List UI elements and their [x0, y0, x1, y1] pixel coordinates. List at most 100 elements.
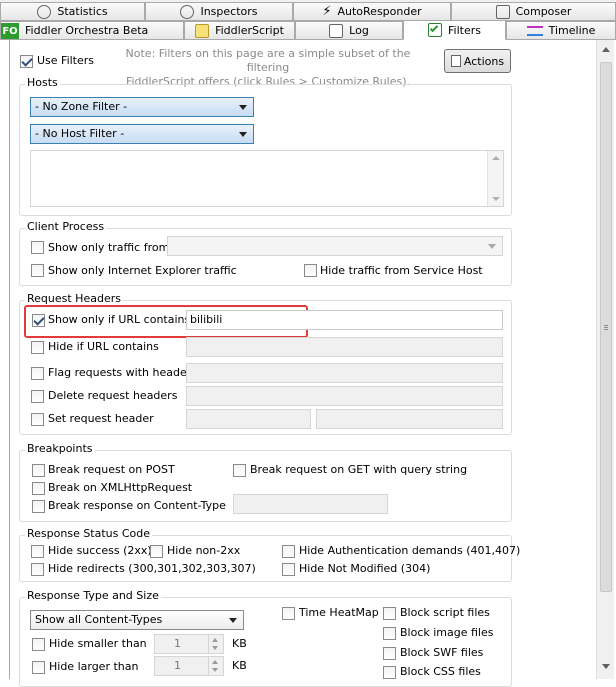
hide-service-host-label: Hide traffic from Service Host: [320, 264, 483, 277]
break-content-type-input[interactable]: [233, 494, 388, 514]
flag-requests-checkbox[interactable]: [31, 367, 44, 380]
hosts-textarea[interactable]: [30, 150, 504, 207]
hosts-title: Hosts: [25, 76, 60, 90]
filters-note: Note: Filters on this page are a simple …: [118, 47, 418, 89]
chevron-down-icon: [229, 618, 237, 623]
tab-label: Timeline: [548, 24, 596, 37]
response-type-title: Response Type and Size: [25, 589, 161, 603]
tab-log[interactable]: Log: [295, 21, 403, 40]
tab-filters[interactable]: Filters: [403, 20, 506, 40]
zone-filter-select[interactable]: - No Zone Filter -: [30, 97, 254, 117]
break-get-checkbox[interactable]: [233, 464, 246, 477]
use-filters-checkbox[interactable]: [20, 55, 33, 68]
delete-request-checkbox[interactable]: [31, 390, 44, 403]
hide-smaller-spinner[interactable]: [208, 634, 222, 654]
block-image-label: Block image files: [400, 626, 494, 639]
tab-label: Inspectors: [200, 5, 258, 18]
show-only-ie-label: Show only Internet Explorer traffic: [48, 264, 237, 277]
hide-redirects-checkbox[interactable]: [31, 563, 44, 576]
hide-success-checkbox[interactable]: [31, 545, 44, 558]
tab-timeline[interactable]: Timeline: [506, 21, 616, 40]
tab-statistics[interactable]: Statistics: [0, 2, 145, 21]
tab-strip: Statistics Inspectors ⚡ AutoResponder Co…: [0, 0, 616, 40]
process-select[interactable]: [167, 236, 503, 256]
break-post-checkbox[interactable]: [32, 464, 45, 477]
block-swf-label: Block SWF files: [400, 646, 484, 659]
delete-request-input[interactable]: [186, 386, 503, 406]
hide-service-host-checkbox[interactable]: [304, 264, 317, 277]
tab-autoresponder[interactable]: ⚡ AutoResponder: [293, 2, 451, 21]
use-filters-label: Use Filters: [37, 54, 95, 67]
request-headers-title: Request Headers: [25, 292, 123, 306]
show-only-url-checkbox[interactable]: [32, 314, 45, 327]
set-request-checkbox[interactable]: [31, 413, 44, 426]
flag-requests-label: Flag requests with headers: [48, 366, 197, 379]
break-post-label: Break request on POST: [48, 463, 175, 476]
breakpoints-title: Breakpoints: [25, 442, 95, 456]
break-get-label: Break request on GET with query string: [250, 463, 468, 476]
hide-smaller-value: 1: [174, 637, 181, 650]
tab-label: Statistics: [57, 5, 108, 18]
scroll-up-icon[interactable]: [602, 47, 610, 52]
break-xhr-label: Break on XMLHttpRequest: [48, 481, 193, 494]
hide-not-modified-checkbox[interactable]: [282, 563, 295, 576]
tab-fiddler-orchestra-beta[interactable]: FO Fiddler Orchestra Beta: [0, 21, 184, 40]
tab-inspectors[interactable]: Inspectors: [145, 2, 293, 21]
vertical-scrollbar[interactable]: [596, 40, 614, 679]
note-line-1: Note: Filters on this page are a simple …: [125, 47, 411, 74]
check-icon: [428, 23, 442, 37]
tab-label: Composer: [515, 5, 572, 18]
time-heatmap-label: Time HeatMap: [299, 606, 379, 619]
block-script-checkbox[interactable]: [383, 607, 396, 620]
block-css-label: Block CSS files: [400, 665, 481, 678]
hide-not-modified-label: Hide Not Modified (304): [299, 562, 431, 575]
client-process-title: Client Process: [25, 220, 107, 234]
show-only-url-value: bilibili: [190, 313, 223, 326]
hide-redirects-label: Hide redirects (300,301,302,303,307): [48, 562, 256, 575]
actions-button[interactable]: Actions: [444, 49, 511, 73]
block-swf-checkbox[interactable]: [383, 647, 396, 660]
hide-larger-spinner[interactable]: [208, 656, 222, 676]
hide-auth-label: Hide Authentication demands (401,407): [299, 544, 521, 557]
set-request-value-input[interactable]: [316, 409, 503, 429]
break-content-type-checkbox[interactable]: [32, 500, 45, 513]
scroll-down-icon[interactable]: [602, 664, 610, 669]
host-filter-value: - No Host Filter -: [35, 127, 125, 140]
tab-label: Filters: [448, 23, 481, 37]
content-types-select[interactable]: Show all Content-Types: [30, 610, 244, 630]
set-request-name-input[interactable]: [186, 409, 311, 429]
hide-non2xx-label: Hide non-2xx: [167, 544, 241, 557]
tab-fiddlerscript[interactable]: FiddlerScript: [184, 21, 295, 40]
hide-smaller-checkbox[interactable]: [32, 638, 45, 651]
delete-request-label: Delete request headers: [48, 389, 178, 402]
hide-auth-checkbox[interactable]: [282, 545, 295, 558]
hide-larger-label: Hide larger than: [49, 660, 139, 673]
tab-label: Fiddler Orchestra Beta: [25, 24, 149, 37]
stopwatch-icon: [37, 4, 52, 19]
break-xhr-checkbox[interactable]: [32, 482, 45, 495]
block-css-checkbox[interactable]: [383, 666, 396, 679]
response-status-title: Response Status Code: [25, 527, 153, 541]
hide-if-url-label: Hide if URL contains: [48, 340, 159, 353]
hide-if-url-checkbox[interactable]: [31, 341, 44, 354]
hosts-textarea-scrollbar[interactable]: [487, 151, 503, 206]
hide-if-url-input[interactable]: [186, 337, 503, 357]
kb-unit-label: KB: [232, 637, 247, 650]
tab-label: FiddlerScript: [215, 24, 284, 37]
show-only-ie-checkbox[interactable]: [31, 264, 44, 277]
show-only-url-label: Show only if URL contains: [48, 313, 191, 326]
flag-requests-input[interactable]: [186, 363, 503, 383]
block-image-checkbox[interactable]: [383, 627, 396, 640]
zone-filter-value: - No Zone Filter -: [35, 100, 128, 113]
host-filter-select[interactable]: - No Host Filter -: [30, 124, 254, 144]
scroll-thumb[interactable]: [600, 62, 612, 592]
compose-icon: [495, 4, 510, 19]
actions-label: Actions: [463, 54, 505, 68]
show-only-url-input[interactable]: bilibili: [186, 310, 503, 330]
hide-larger-checkbox[interactable]: [32, 661, 45, 674]
hide-non2xx-checkbox[interactable]: [150, 545, 163, 558]
show-only-traffic-from-checkbox[interactable]: [31, 241, 44, 254]
chevron-down-icon: [239, 132, 247, 137]
time-heatmap-checkbox[interactable]: [282, 607, 295, 620]
tab-composer[interactable]: Composer: [451, 2, 616, 21]
